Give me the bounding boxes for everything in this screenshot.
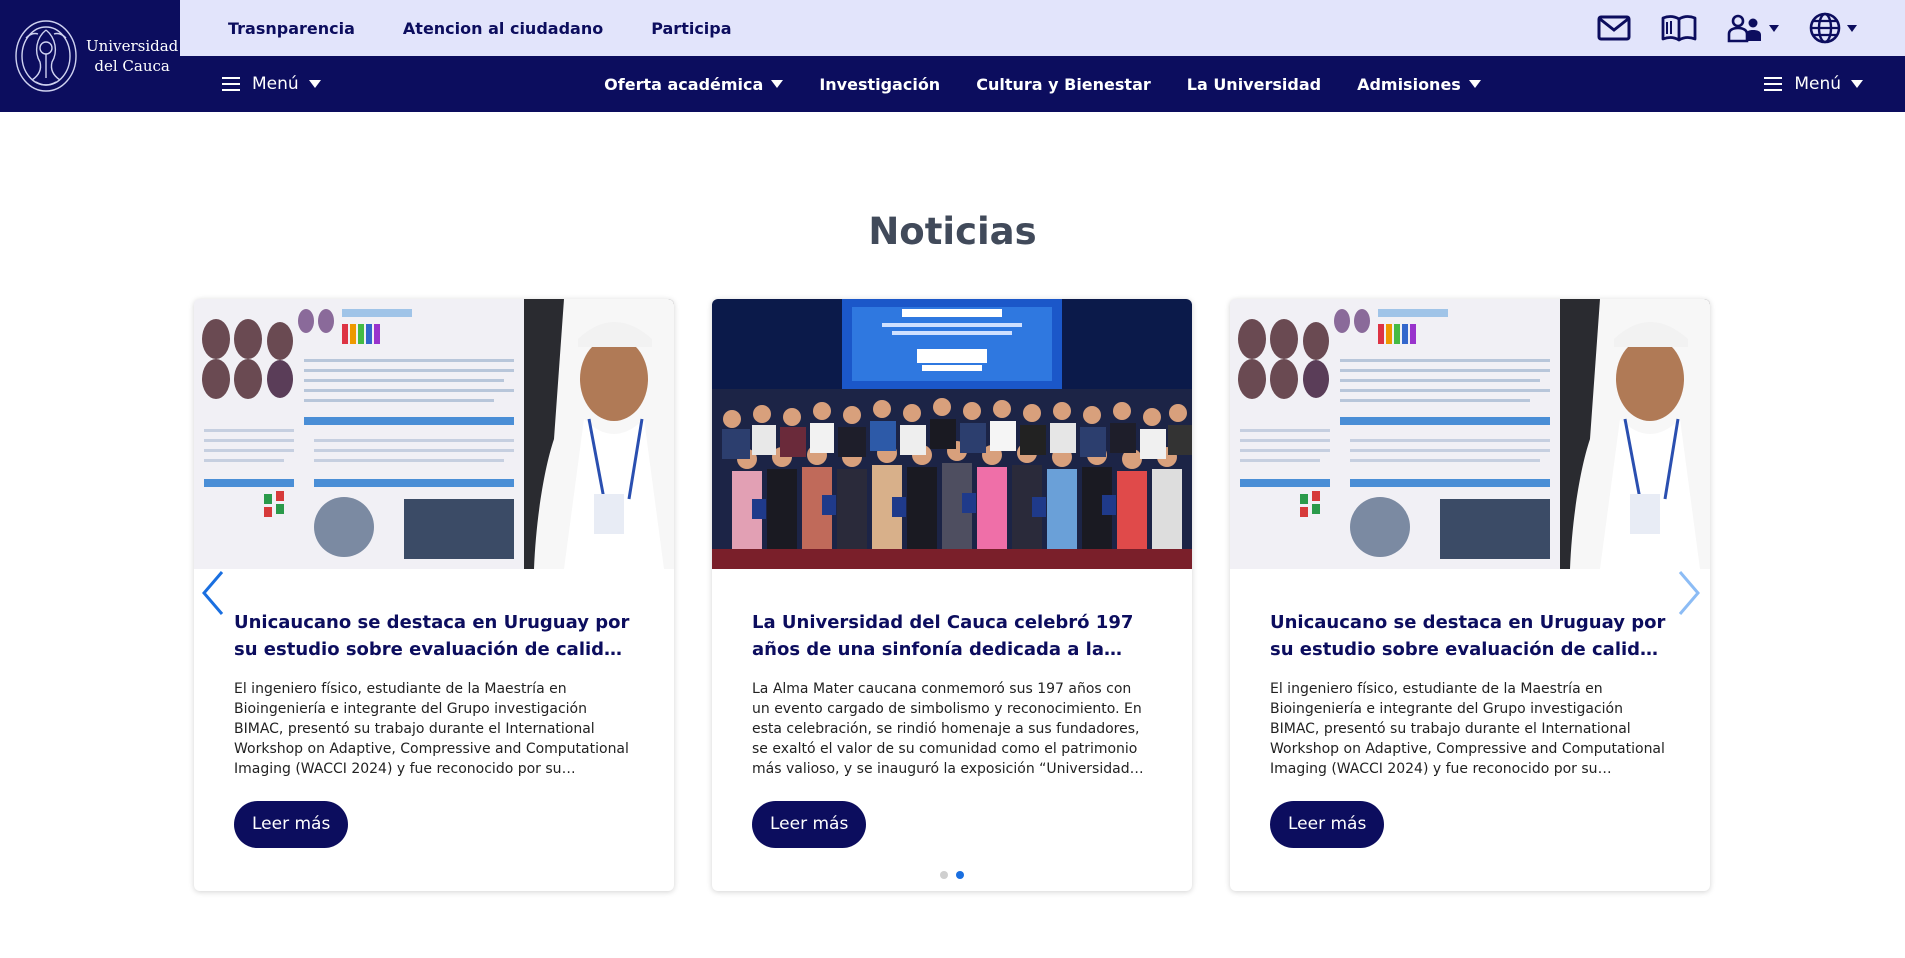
chevron-down-icon xyxy=(1468,80,1481,88)
crest-icon xyxy=(15,20,77,92)
card-title[interactable]: Unicaucano se destaca en Uruguay por su … xyxy=(234,609,634,663)
card-body: Unicaucano se destaca en Uruguay por su … xyxy=(1230,569,1710,848)
card-excerpt: El ingeniero físico, estudiante de la Ma… xyxy=(1270,681,1665,777)
menu-label: Menú xyxy=(252,74,299,94)
top-icons xyxy=(1567,0,1857,56)
globe-icon xyxy=(1809,12,1841,44)
nav-link-label: Cultura y Bienestar xyxy=(976,74,1151,94)
language-dropdown[interactable] xyxy=(1809,12,1857,44)
nav-link-label: La Universidad xyxy=(1186,74,1322,94)
read-more-button[interactable]: Leer más xyxy=(1270,801,1385,848)
library-button[interactable] xyxy=(1661,14,1697,42)
nav-la-universidad[interactable]: La Universidad xyxy=(1187,75,1321,94)
menu-button-right[interactable]: Menú xyxy=(1764,56,1863,112)
card-title[interactable]: Unicaucano se destaca en Uruguay por su … xyxy=(1270,609,1670,663)
read-more-button[interactable]: Leer más xyxy=(752,801,867,848)
nav-oferta-academica[interactable]: Oferta académica xyxy=(604,74,784,94)
university-logo[interactable]: Universidad del Cauca xyxy=(0,0,180,112)
nav-link-label: Oferta académica xyxy=(604,74,764,94)
menu-label: Menú xyxy=(1794,74,1841,94)
mail-icon xyxy=(1597,15,1631,41)
chevron-down-icon xyxy=(771,80,784,88)
chevron-right-icon xyxy=(1678,571,1700,615)
chevron-down-icon xyxy=(308,80,321,88)
hamburger-icon xyxy=(222,77,240,91)
card-body: La Universidad del Cauca celebró 197 año… xyxy=(712,569,1192,848)
nav-link-label: Investigación xyxy=(819,74,941,94)
news-card: La Universidad del Cauca celebró 197 año… xyxy=(712,299,1192,891)
news-image[interactable] xyxy=(194,299,674,569)
main-nav: Menú Oferta académica Investigación Cult… xyxy=(180,56,1905,112)
carousel-next-button[interactable] xyxy=(1674,568,1704,618)
card-title[interactable]: La Universidad del Cauca celebró 197 año… xyxy=(752,609,1152,663)
nav-admisiones[interactable]: Admisiones xyxy=(1357,75,1481,94)
carousel-prev-button[interactable] xyxy=(198,568,228,618)
news-image[interactable] xyxy=(1230,299,1710,569)
logo-line-1: Universidad xyxy=(86,37,179,55)
nav-cultura-bienestar[interactable]: Cultura y Bienestar xyxy=(976,75,1151,94)
hamburger-icon xyxy=(1764,77,1783,91)
nav-link-label: Admisiones xyxy=(1357,74,1461,94)
carousel-dot[interactable] xyxy=(940,871,948,879)
carousel-indicators xyxy=(940,871,972,879)
mail-button[interactable] xyxy=(1597,15,1631,41)
news-card: Unicaucano se destaca en Uruguay por su … xyxy=(1230,299,1710,891)
card-body: Unicaucano se destaca en Uruguay por su … xyxy=(194,569,674,848)
users-icon xyxy=(1727,14,1761,43)
chevron-down-icon xyxy=(1769,24,1779,32)
link-atencion-ciudadano[interactable]: Atencion al ciudadano xyxy=(403,19,603,38)
users-dropdown[interactable] xyxy=(1727,13,1779,43)
chevron-down-icon xyxy=(1851,80,1863,88)
section-title: Noticias xyxy=(868,210,1037,253)
news-card: Unicaucano se destaca en Uruguay por su … xyxy=(194,299,674,891)
read-more-button[interactable]: Leer más xyxy=(234,801,349,848)
carousel-dot-active[interactable] xyxy=(956,871,964,879)
chevron-left-icon xyxy=(202,571,224,615)
logo-wordmark: Universidad del Cauca xyxy=(86,36,178,76)
chevron-down-icon xyxy=(1847,24,1857,32)
nav-investigacion[interactable]: Investigación xyxy=(819,75,940,94)
menu-button-left[interactable]: Menú xyxy=(222,56,321,112)
nav-links: Oferta académica Investigación Cultura y… xyxy=(180,56,1905,112)
top-bar: Trasnparencia Atencion al ciudadano Part… xyxy=(180,0,1905,56)
link-participa[interactable]: Participa xyxy=(651,19,731,38)
logo-line-2: del Cauca xyxy=(94,57,170,75)
card-excerpt: La Alma Mater caucana conmemoró sus 197 … xyxy=(752,681,1142,777)
news-image[interactable] xyxy=(712,299,1192,569)
card-excerpt: El ingeniero físico, estudiante de la Ma… xyxy=(234,681,629,777)
link-transparencia[interactable]: Trasnparencia xyxy=(228,19,355,38)
book-icon xyxy=(1661,15,1697,42)
